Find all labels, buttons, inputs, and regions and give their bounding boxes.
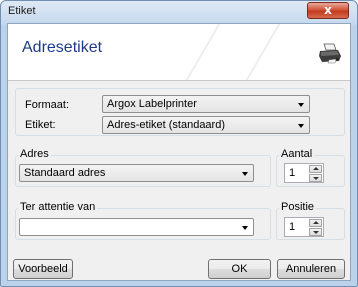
arrow-down-icon — [313, 231, 319, 234]
close-icon: x — [324, 3, 332, 17]
cancel-button[interactable]: Annuleren — [277, 259, 345, 279]
arrow-down-icon — [313, 177, 319, 180]
aantal-decrement-button[interactable] — [309, 174, 322, 182]
adres-value: Standaard adres — [24, 167, 106, 179]
chevron-down-icon — [298, 124, 304, 128]
aantal-group-label: Aantal — [279, 148, 315, 160]
positie-increment-button[interactable] — [309, 219, 322, 227]
header-banner: Adresetiket — [8, 24, 350, 81]
banner-decoration — [175, 24, 223, 80]
aantal-value: 1 — [289, 167, 296, 179]
chevron-down-icon — [298, 103, 304, 107]
positie-value: 1 — [289, 221, 296, 233]
adres-group-label: Adres — [18, 148, 51, 160]
arrow-up-icon — [313, 221, 319, 224]
etiket-label: Etiket: — [25, 119, 56, 131]
window-title: Etiket — [8, 5, 36, 17]
banner-decoration — [235, 24, 283, 80]
ok-button[interactable]: OK — [208, 259, 271, 279]
aantal-increment-button[interactable] — [309, 165, 322, 173]
dialog-client-area: Adresetiket Formaat: Argox Labelprinter … — [7, 23, 351, 281]
aantal-stepper[interactable]: 1 — [284, 163, 324, 183]
etiket-value: Adres-etiket (standaard) — [107, 119, 225, 131]
dialog-window: Etiket x Adresetiket Formaat: Argox Labe… — [0, 0, 358, 287]
ter-attentie-group-label: Ter attentie van — [18, 201, 98, 213]
formaat-label: Formaat: — [25, 99, 70, 111]
close-button[interactable]: x — [307, 2, 349, 19]
arrow-up-icon — [313, 167, 319, 170]
positie-group-label: Positie — [279, 201, 317, 213]
ter-attentie-input[interactable] — [19, 218, 254, 236]
chevron-down-icon — [242, 172, 248, 176]
formaat-value: Argox Labelprinter — [107, 98, 197, 110]
chevron-down-icon — [242, 226, 248, 230]
dialog-heading: Adresetiket — [22, 39, 103, 56]
title-bar[interactable]: Etiket x — [1, 1, 357, 23]
positie-stepper[interactable]: 1 — [284, 217, 324, 237]
printer-icon — [319, 43, 341, 64]
formaat-select[interactable]: Argox Labelprinter — [102, 95, 310, 113]
adres-select[interactable]: Standaard adres — [19, 164, 254, 182]
positie-decrement-button[interactable] — [309, 228, 322, 236]
etiket-select[interactable]: Adres-etiket (standaard) — [102, 116, 310, 134]
preview-button[interactable]: Voorbeeld — [13, 259, 73, 279]
